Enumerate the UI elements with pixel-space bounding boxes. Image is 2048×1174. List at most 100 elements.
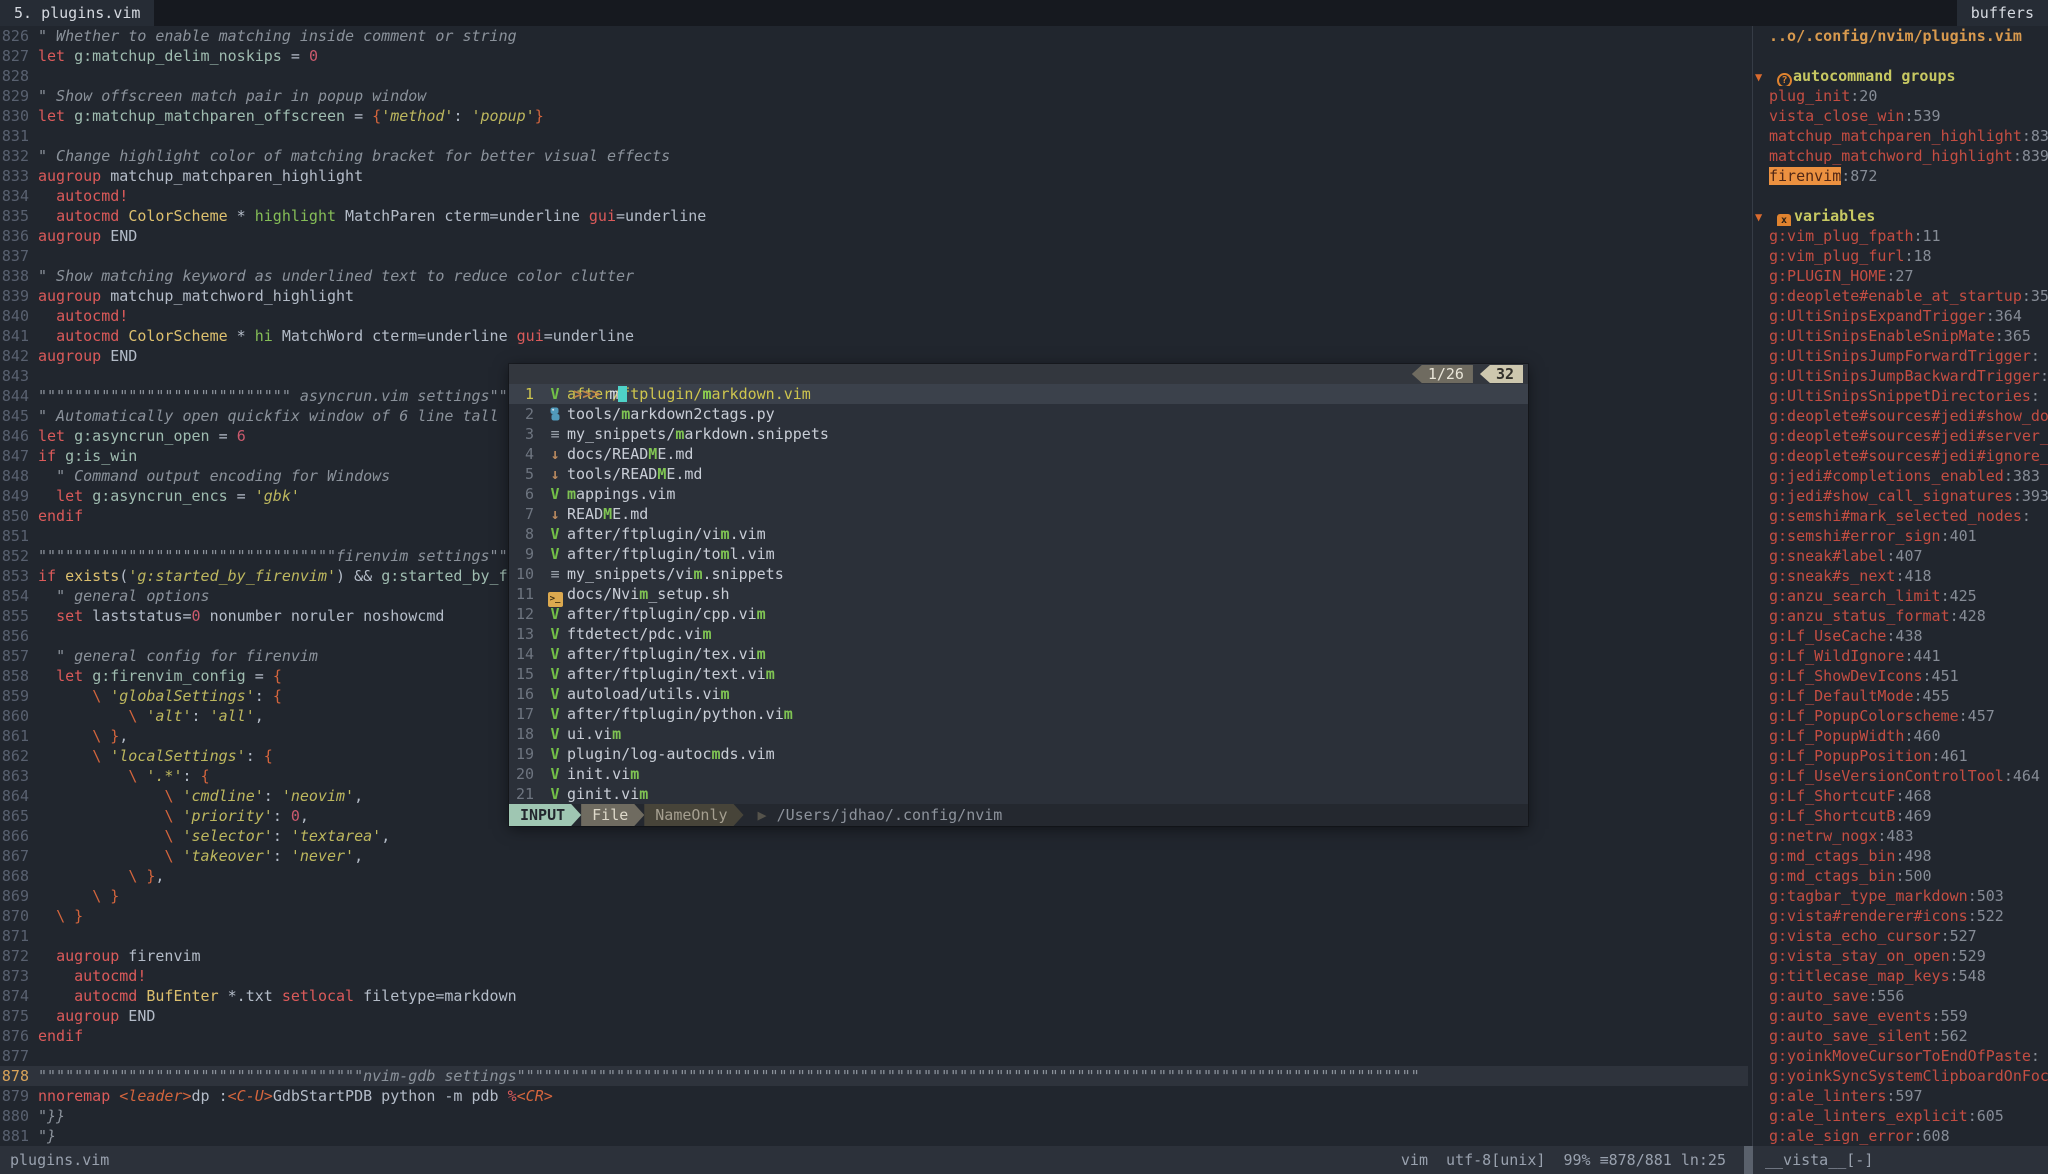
code-line-837[interactable]: 837 [0,246,1748,266]
code-line-830[interactable]: 830let g:matchup_matchparen_offscreen = … [0,106,1748,126]
sidebar-item-g:yoinkMoveCursorToEndOfPaste[interactable]: g:yoinkMoveCursorToEndOfPaste: [1753,1046,2048,1066]
file-result-15[interactable]: 15Vafter/ftplugin/text.vim [509,664,1528,684]
sidebar-item-g:md_ctags_bin[interactable]: g:md_ctags_bin:498 [1753,846,2048,866]
sidebar-item-g:md_ctags_bin[interactable]: g:md_ctags_bin:500 [1753,866,2048,886]
sidebar-item-g:auto_save_events[interactable]: g:auto_save_events:559 [1753,1006,2048,1026]
file-result-13[interactable]: 13Vftdetect/pdc.vim [509,624,1528,644]
code-line-868[interactable]: 868 \ }, [0,866,1748,886]
sidebar-item-g:Lf_PopupWidth[interactable]: g:Lf_PopupWidth:460 [1753,726,2048,746]
code-line-829[interactable]: 829" Show offscreen match pair in popup … [0,86,1748,106]
code-line-877[interactable]: 877 [0,1046,1748,1066]
file-result-1[interactable]: 1Vafter/ftplugin/markdown.vim [509,384,1528,404]
file-result-12[interactable]: 12Vafter/ftplugin/cpp.vim [509,604,1528,624]
sidebar-item-plug_init[interactable]: plug_init:20 [1753,86,2048,106]
sidebar-item-g:vista_stay_on_open[interactable]: g:vista_stay_on_open:529 [1753,946,2048,966]
chevron-down-icon[interactable]: ▼ [1755,207,1777,226]
sidebar-item-g:jedi#show_call_signatures[interactable]: g:jedi#show_call_signatures:393 [1753,486,2048,506]
code-line-879[interactable]: 879nnoremap <leader>dp :<C-U>GdbStartPDB… [0,1086,1748,1106]
sidebar-item-g:semshi#error_sign[interactable]: g:semshi#error_sign:401 [1753,526,2048,546]
code-line-840[interactable]: 840 autocmd! [0,306,1748,326]
code-line-836[interactable]: 836augroup END [0,226,1748,246]
sidebar-item-g:vista#renderer#icons[interactable]: g:vista#renderer#icons:522 [1753,906,2048,926]
file-result-16[interactable]: 16Vautoload/utils.vim [509,684,1528,704]
file-result-14[interactable]: 14Vafter/ftplugin/tex.vim [509,644,1528,664]
code-line-832[interactable]: 832" Change highlight color of matching … [0,146,1748,166]
sidebar-item-g:tagbar_type_markdown[interactable]: g:tagbar_type_markdown:503 [1753,886,2048,906]
file-result-9[interactable]: 9Vafter/ftplugin/toml.vim [509,544,1528,564]
code-line-866[interactable]: 866 \ 'selector': 'textarea', [0,826,1748,846]
file-result-18[interactable]: 18Vui.vim [509,724,1528,744]
code-line-828[interactable]: 828 [0,66,1748,86]
sidebar-item-g:auto_save[interactable]: g:auto_save:556 [1753,986,2048,1006]
sidebar-item-g:yoinkSyncSystemClipboardOnFocus[interactable]: g:yoinkSyncSystemClipboardOnFocus: [1753,1066,2048,1086]
code-line-831[interactable]: 831 [0,126,1748,146]
sidebar-item-g:Lf_ShortcutB[interactable]: g:Lf_ShortcutB:469 [1753,806,2048,826]
sidebar-item-matchup_matchparen_highlight[interactable]: matchup_matchparen_highlight:833 [1753,126,2048,146]
code-line-876[interactable]: 876endif [0,1026,1748,1046]
sidebar-item-g:UltiSnipsExpandTrigger[interactable]: g:UltiSnipsExpandTrigger:364 [1753,306,2048,326]
sidebar-item-g:UltiSnipsSnippetDirectories[interactable]: g:UltiSnipsSnippetDirectories: [1753,386,2048,406]
sidebar-item-firenvim[interactable]: firenvim:872 [1753,166,2048,186]
file-result-list[interactable]: 1Vafter/ftplugin/markdown.vim2tools/mark… [509,384,1528,804]
code-line-842[interactable]: 842augroup END [0,346,1748,366]
code-line-880[interactable]: 880"}} [0,1106,1748,1126]
file-result-10[interactable]: 10≡my_snippets/vim.snippets [509,564,1528,584]
code-line-871[interactable]: 871 [0,926,1748,946]
sidebar-item-g:UltiSnipsJumpForwardTrigger[interactable]: g:UltiSnipsJumpForwardTrigger: [1753,346,2048,366]
file-result-2[interactable]: 2tools/markdown2ctags.py [509,404,1528,424]
code-line-867[interactable]: 867 \ 'takeover': 'never', [0,846,1748,866]
sidebar-item-g:Lf_ShowDevIcons[interactable]: g:Lf_ShowDevIcons:451 [1753,666,2048,686]
sidebar-item-g:vista_echo_cursor[interactable]: g:vista_echo_cursor:527 [1753,926,2048,946]
sidebar-item-g:UltiSnipsJumpBackwardTrigger[interactable]: g:UltiSnipsJumpBackwardTrigger: [1753,366,2048,386]
file-result-19[interactable]: 19Vplugin/log-autocmds.vim [509,744,1528,764]
sidebar-item-g:sneak#s_next[interactable]: g:sneak#s_next:418 [1753,566,2048,586]
sidebar-item-g:Lf_WildIgnore[interactable]: g:Lf_WildIgnore:441 [1753,646,2048,666]
file-result-7[interactable]: 7↓README.md [509,504,1528,524]
sidebar-item-g:Lf_ShortcutF[interactable]: g:Lf_ShortcutF:468 [1753,786,2048,806]
code-line-873[interactable]: 873 autocmd! [0,966,1748,986]
sidebar-item-g:Lf_PopupPosition[interactable]: g:Lf_PopupPosition:461 [1753,746,2048,766]
code-line-874[interactable]: 874 autocmd BufEnter *.txt setlocal file… [0,986,1748,1006]
code-line-834[interactable]: 834 autocmd! [0,186,1748,206]
vista-sidebar[interactable]: ..o/.config/nvim/plugins.vim▼?autocomman… [1753,26,2048,1146]
sidebar-item-g:anzu_search_limit[interactable]: g:anzu_search_limit:425 [1753,586,2048,606]
file-result-5[interactable]: 5↓tools/README.md [509,464,1528,484]
sidebar-item-matchup_matchword_highlight[interactable]: matchup_matchword_highlight:839 [1753,146,2048,166]
sidebar-scrollbar-thumb[interactable] [1744,1146,1753,1174]
code-line-875[interactable]: 875 augroup END [0,1006,1748,1026]
sidebar-group-variables[interactable]: ▼xvariables [1753,206,2048,226]
code-line-835[interactable]: 835 autocmd ColorScheme * highlight Matc… [0,206,1748,226]
sidebar-item-g:Lf_PopupColorscheme[interactable]: g:Lf_PopupColorscheme:457 [1753,706,2048,726]
code-line-833[interactable]: 833augroup matchup_matchparen_highlight [0,166,1748,186]
sidebar-item-g:netrw_nogx[interactable]: g:netrw_nogx:483 [1753,826,2048,846]
chevron-down-icon[interactable]: ▼ [1755,67,1777,86]
sidebar-item-g:vim_plug_fpath[interactable]: g:vim_plug_fpath:11 [1753,226,2048,246]
buffers-tab[interactable]: buffers [1957,0,2048,26]
file-result-17[interactable]: 17Vafter/ftplugin/python.vim [509,704,1528,724]
sidebar-item-g:ale_sign_error[interactable]: g:ale_sign_error:608 [1753,1126,2048,1146]
sidebar-item-g:deoplete#sources#jedi#server_timeout[interactable]: g:deoplete#sources#jedi#server_timeout: [1753,426,2048,446]
code-line-838[interactable]: 838" Show matching keyword as underlined… [0,266,1748,286]
code-line-827[interactable]: 827let g:matchup_delim_noskips = 0 [0,46,1748,66]
sidebar-item-g:anzu_status_format[interactable]: g:anzu_status_format:428 [1753,606,2048,626]
file-result-6[interactable]: 6Vmappings.vim [509,484,1528,504]
sidebar-item-g:jedi#completions_enabled[interactable]: g:jedi#completions_enabled:383 [1753,466,2048,486]
code-line-841[interactable]: 841 autocmd ColorScheme * hi MatchWord c… [0,326,1748,346]
sidebar-item-g:auto_save_silent[interactable]: g:auto_save_silent:562 [1753,1026,2048,1046]
sidebar-item-g:deoplete#enable_at_startup[interactable]: g:deoplete#enable_at_startup:357 [1753,286,2048,306]
code-line-881[interactable]: 881"} [0,1126,1748,1146]
code-line-872[interactable]: 872 augroup firenvim [0,946,1748,966]
tab-plugins-vim[interactable]: 5. plugins.vim [0,0,154,26]
file-result-20[interactable]: 20Vinit.vim [509,764,1528,784]
file-result-21[interactable]: 21Vginit.vim [509,784,1528,804]
sidebar-item-g:titlecase_map_keys[interactable]: g:titlecase_map_keys:548 [1753,966,2048,986]
leaderf-input-row[interactable]: >>> m 1/26 32 [509,364,1528,384]
sidebar-item-g:ale_linters[interactable]: g:ale_linters:597 [1753,1086,2048,1106]
sidebar-item-vista_close_win[interactable]: vista_close_win:539 [1753,106,2048,126]
sidebar-item-g:PLUGIN_HOME[interactable]: g:PLUGIN_HOME:27 [1753,266,2048,286]
file-result-8[interactable]: 8Vafter/ftplugin/vim.vim [509,524,1528,544]
code-line-869[interactable]: 869 \ } [0,886,1748,906]
sidebar-item-g:Lf_DefaultMode[interactable]: g:Lf_DefaultMode:455 [1753,686,2048,706]
file-result-3[interactable]: 3≡my_snippets/markdown.snippets [509,424,1528,444]
sidebar-item-g:deoplete#sources#jedi#show_docstring[interactable]: g:deoplete#sources#jedi#show_docstring: [1753,406,2048,426]
